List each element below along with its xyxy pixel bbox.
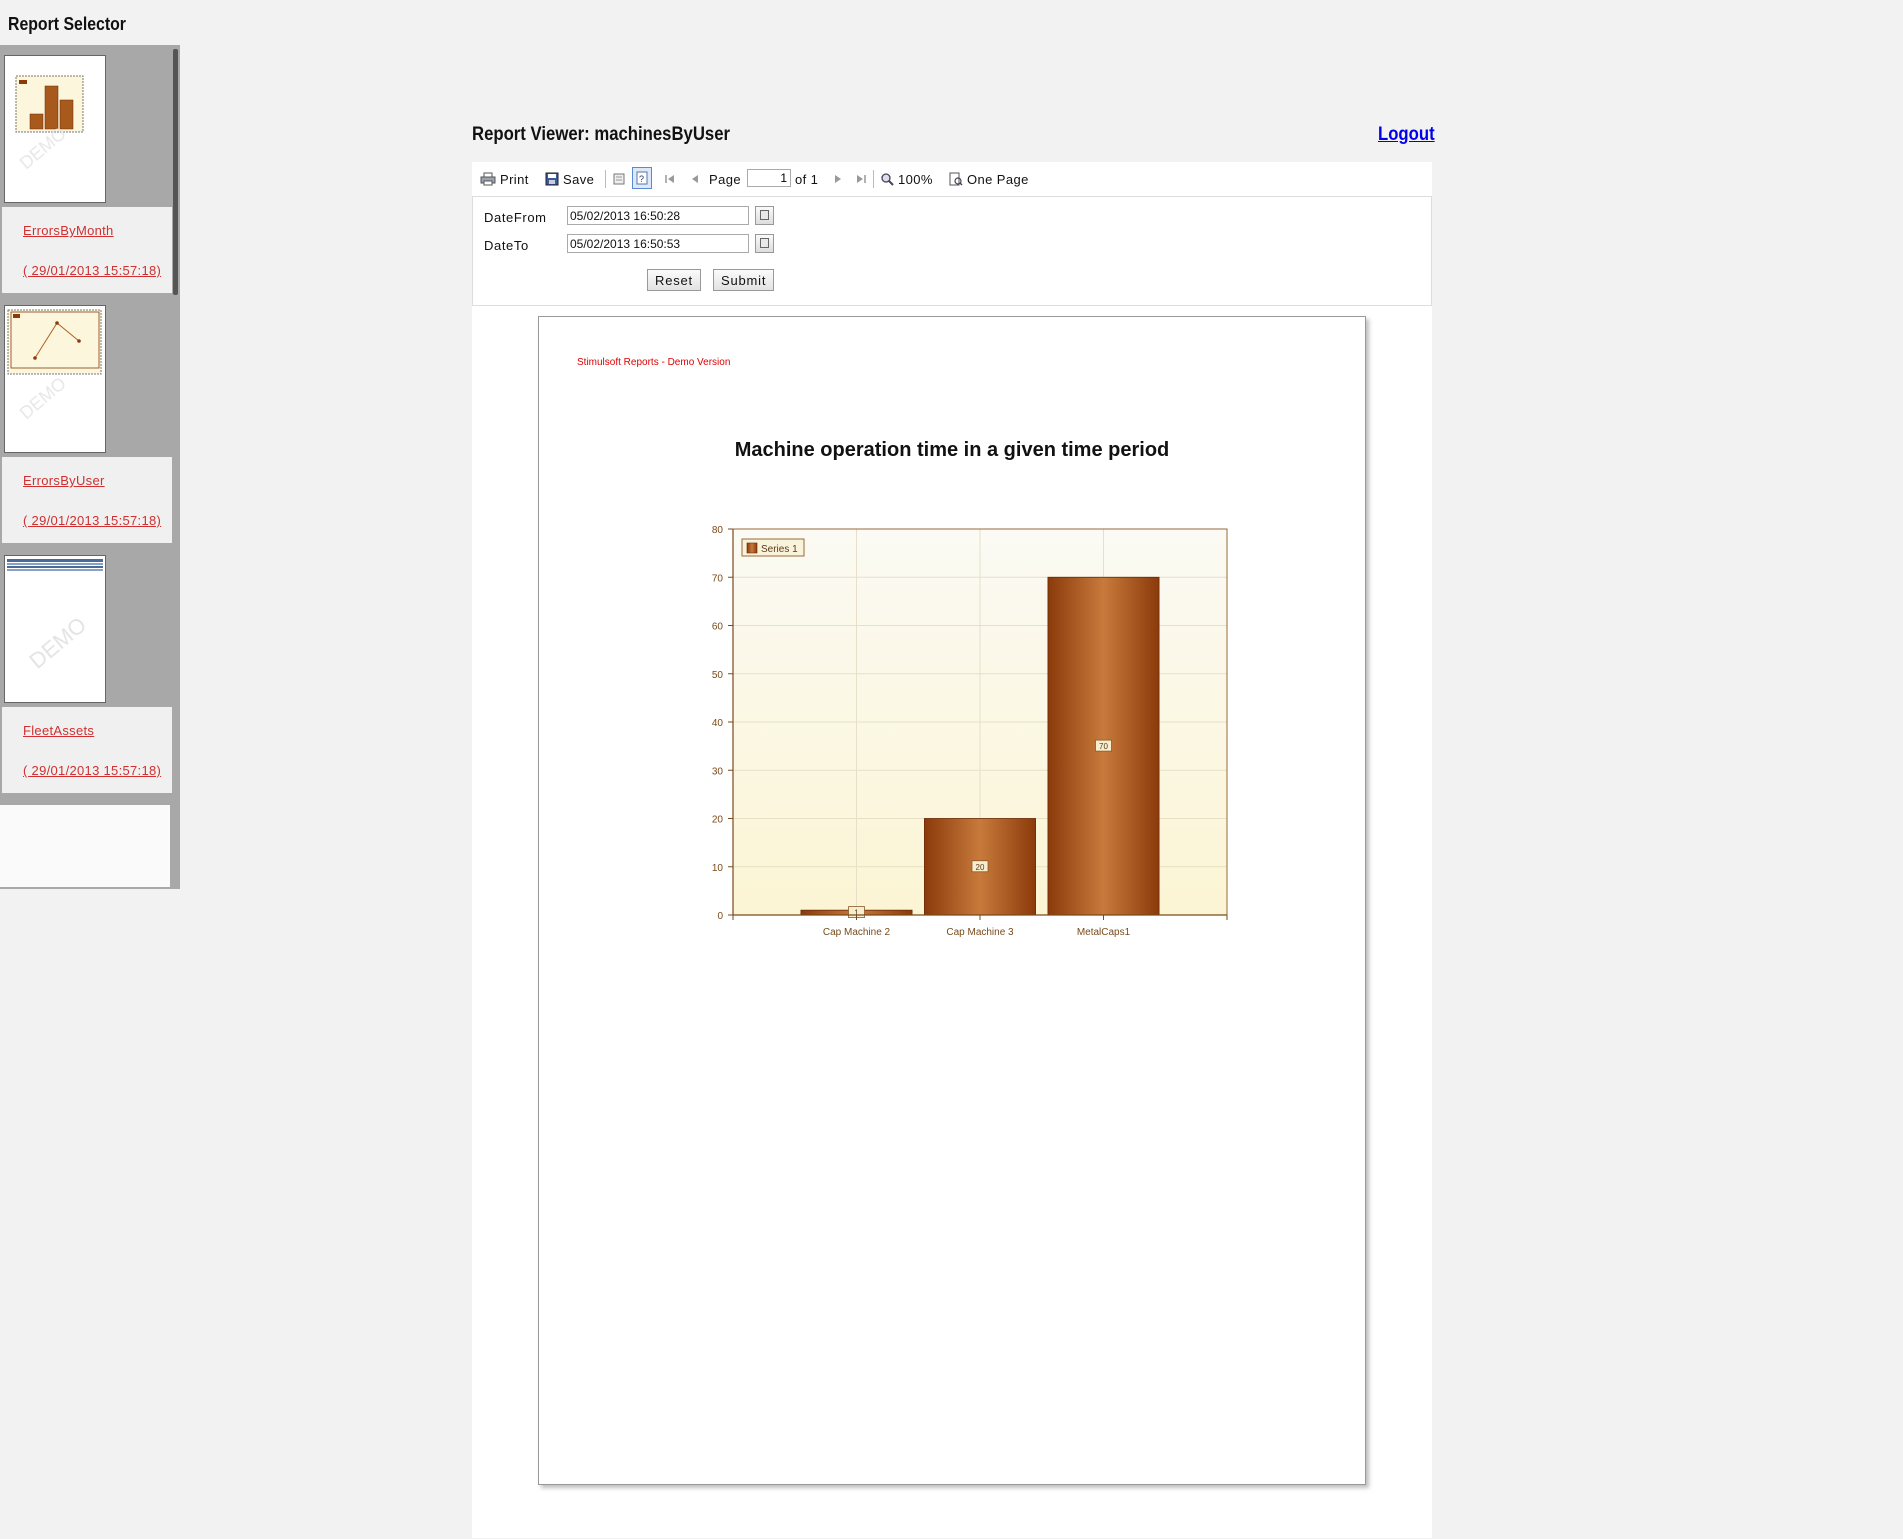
page-number-input[interactable] (747, 169, 791, 187)
date-to-calendar-button[interactable] (755, 234, 774, 253)
report-link-errors-by-user[interactable]: ErrorsByUser (23, 473, 105, 488)
page-label: Page (709, 171, 741, 187)
data-label: 70 (1099, 742, 1108, 751)
reset-button[interactable]: Reset (647, 269, 701, 291)
parameters-toggle-button[interactable]: ? (632, 167, 652, 189)
report-link-errors-by-month[interactable]: ErrorsByMonth (23, 223, 114, 238)
page-view-icon (949, 172, 963, 186)
page-count-label: of 1 (795, 171, 819, 187)
date-from-calendar-button[interactable] (755, 206, 774, 225)
table-report-thumbnail[interactable]: DEMO (4, 555, 106, 703)
data-label: 20 (976, 863, 985, 872)
thumbnail-image: DEMO (15, 75, 84, 173)
logout-link[interactable]: Logout (1378, 124, 1435, 146)
zoom-level: 100% (898, 171, 933, 187)
bookmarks-icon (613, 173, 625, 185)
toolbar-separator (605, 170, 606, 188)
demo-watermark-text: DEMO (16, 373, 70, 423)
parameters-panel: DateFrom DateTo Reset Submit (472, 197, 1432, 306)
x-tick-label: Cap Machine 3 (946, 927, 1014, 938)
report-selector-title: Report Selector (8, 14, 126, 34)
y-tick-label: 70 (712, 573, 724, 584)
save-label: Save (563, 171, 595, 187)
thumbnail-image: DEMO (7, 559, 103, 674)
date-from-label: DateFrom (484, 210, 547, 225)
first-page-button[interactable] (664, 169, 676, 189)
report-item-fleet-assets[interactable]: DEMO FleetAssets ( 29/01/2013 15:57:18) (0, 545, 172, 795)
y-tick-label: 30 (712, 766, 724, 777)
y-tick-label: 0 (717, 911, 723, 922)
next-page-icon (835, 175, 841, 183)
demo-watermark-text: DEMO (24, 612, 91, 674)
toolbar-separator (873, 170, 874, 188)
zoom-button[interactable]: 100% (880, 169, 933, 189)
date-to-label: DateTo (484, 238, 529, 253)
print-label: Print (500, 171, 529, 187)
last-page-icon (857, 175, 866, 183)
report-date[interactable]: ( 29/01/2013 15:57:18) (23, 263, 161, 278)
chart-legend: Series 1 (741, 538, 805, 557)
legend-label: Series 1 (761, 544, 798, 555)
first-page-icon (665, 175, 674, 183)
report-date[interactable]: ( 29/01/2013 15:57:18) (23, 763, 161, 778)
floppy-disk-icon (545, 172, 559, 186)
y-tick-label: 10 (712, 863, 724, 874)
printer-icon (480, 172, 496, 186)
report-item-info: ErrorsByMonth ( 29/01/2013 15:57:18) (2, 207, 172, 293)
sidebar-scrollbar[interactable] (173, 49, 178, 295)
report-page: Stimulsoft Reports - Demo Version Machin… (538, 316, 1366, 1485)
print-button[interactable]: Print (480, 169, 529, 189)
bar-chart: 010203040506070801Cap Machine 220Cap Mac… (712, 525, 1228, 938)
parameters-icon: ? (636, 171, 648, 185)
report-item-errors-by-month[interactable]: DEMO ErrorsByMonth ( 29/01/2013 15:57:18… (0, 45, 172, 295)
y-tick-label: 20 (712, 815, 724, 826)
report-date[interactable]: ( 29/01/2013 15:57:18) (23, 513, 161, 528)
report-item-info: ErrorsByUser ( 29/01/2013 15:57:18) (2, 457, 172, 543)
x-tick-label: Cap Machine 2 (823, 927, 891, 938)
x-tick-label: MetalCaps1 (1077, 927, 1131, 938)
previous-page-icon (692, 175, 698, 183)
viewer-toolbar: Print Save ? Page 1 of 1 100% One Page (472, 162, 1432, 197)
calendar-icon (760, 238, 769, 248)
thumbnail-image: DEMO (7, 309, 102, 423)
bar-chart-thumbnail[interactable]: DEMO (4, 55, 106, 203)
report-selector-sidebar[interactable]: DEMO ErrorsByMonth ( 29/01/2013 15:57:18… (0, 45, 180, 889)
date-from-input[interactable] (567, 206, 749, 225)
next-page-button[interactable] (833, 169, 843, 189)
report-item-info: FleetAssets ( 29/01/2013 15:57:18) (2, 707, 172, 793)
view-mode-button[interactable]: One Page (949, 169, 1029, 189)
viewer-title: Report Viewer: machinesByUser (472, 124, 731, 145)
report-viewer: Print Save ? Page 1 of 1 100% One Page D… (472, 162, 1432, 1538)
save-button[interactable]: Save (545, 169, 594, 189)
svg-text:?: ? (639, 174, 644, 184)
view-mode-label: One Page (967, 171, 1029, 187)
y-tick-label: 40 (712, 718, 724, 729)
report-item-errors-by-user[interactable]: DEMO ErrorsByUser ( 29/01/2013 15:57:18) (0, 295, 172, 545)
y-tick-label: 50 (712, 670, 724, 681)
line-chart-thumbnail[interactable]: DEMO (4, 305, 106, 453)
magnifier-icon (881, 173, 894, 186)
calendar-icon (760, 210, 769, 220)
submit-button[interactable]: Submit (713, 269, 775, 291)
bookmarks-toggle-button[interactable] (612, 169, 626, 189)
report-link-fleet-assets[interactable]: FleetAssets (23, 723, 94, 738)
previous-page-button[interactable] (690, 169, 700, 189)
y-tick-label: 80 (712, 525, 724, 536)
y-tick-label: 60 (712, 622, 724, 633)
legend-swatch (746, 542, 758, 554)
sidebar-empty-area (0, 805, 170, 887)
date-to-input[interactable] (567, 234, 749, 253)
last-page-button[interactable] (855, 169, 867, 189)
